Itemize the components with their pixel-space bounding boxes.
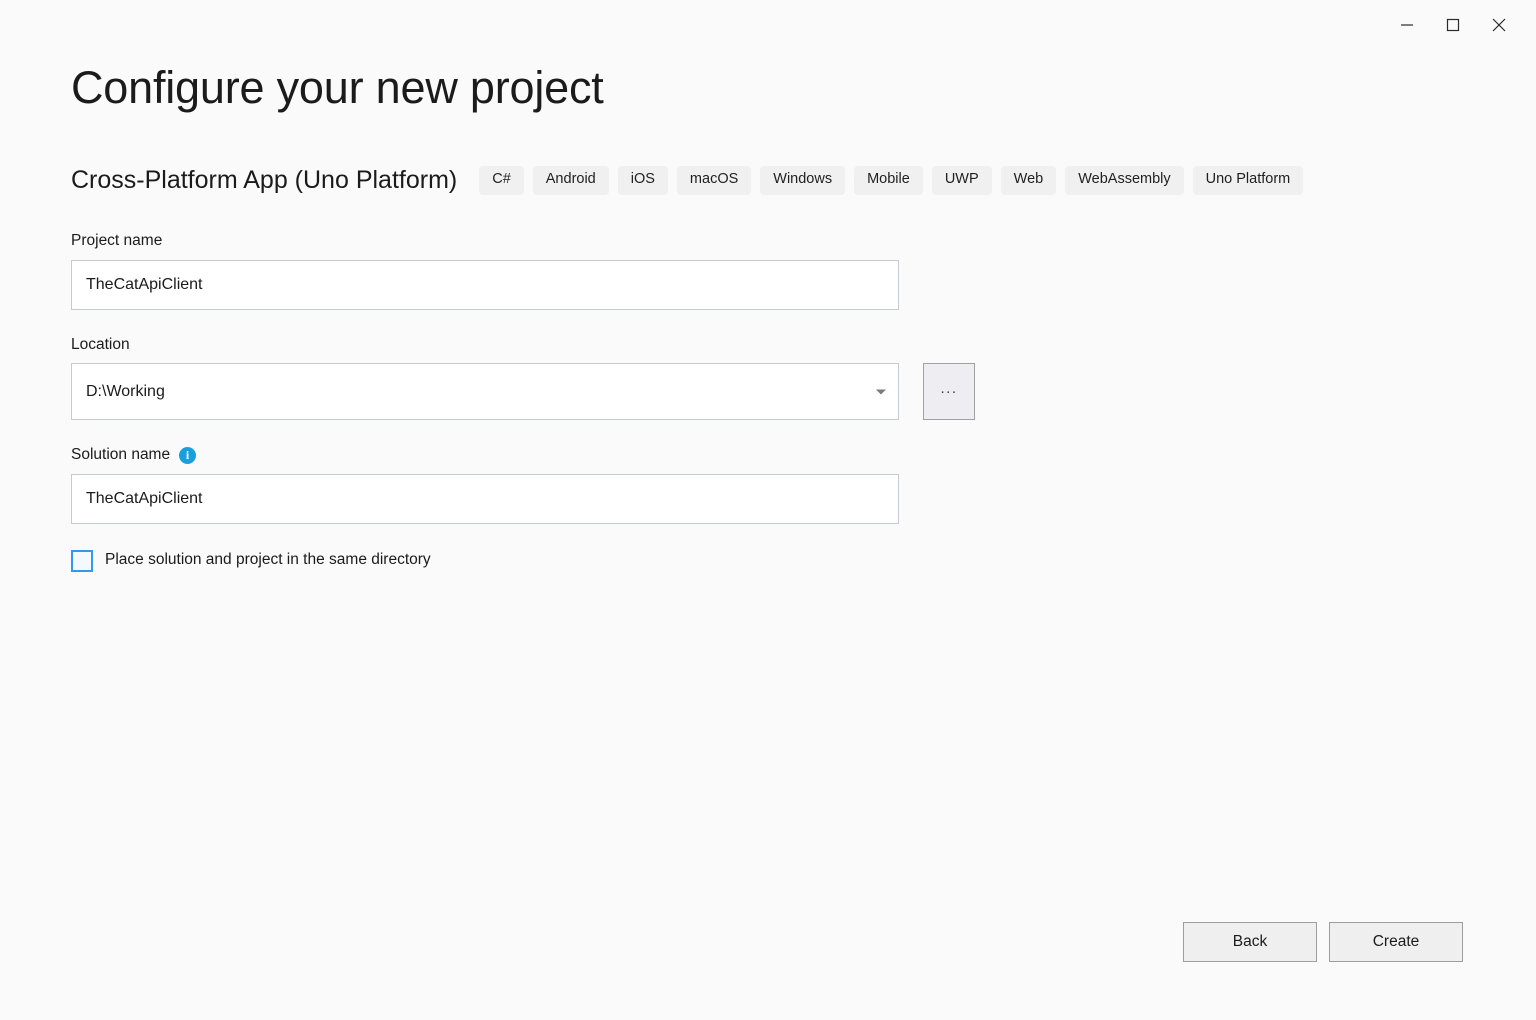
maximize-button[interactable] — [1430, 0, 1476, 50]
template-header: Cross-Platform App (Uno Platform) C# And… — [71, 166, 1303, 195]
template-tag: macOS — [677, 166, 751, 195]
same-directory-label: Place solution and project in the same d… — [105, 551, 431, 570]
minimize-icon — [1400, 18, 1414, 32]
maximize-icon — [1446, 18, 1460, 32]
project-config-form: Project name TheCatApiClient Location D:… — [71, 232, 991, 572]
page-title: Configure your new project — [71, 63, 604, 113]
solution-name-input[interactable]: TheCatApiClient — [71, 474, 899, 524]
project-name-field-group: Project name TheCatApiClient — [71, 232, 991, 310]
minimize-button[interactable] — [1384, 0, 1430, 50]
location-label: Location — [71, 336, 991, 355]
solution-name-label-row: Solution name i — [71, 446, 991, 465]
location-row: D:\Working ... — [71, 363, 991, 420]
template-tag: iOS — [618, 166, 668, 195]
template-tag: Android — [533, 166, 609, 195]
location-value: D:\Working — [86, 383, 165, 401]
template-tag-list: C# Android iOS macOS Windows Mobile UWP … — [479, 166, 1303, 195]
close-button[interactable] — [1476, 0, 1522, 50]
template-tag: Windows — [760, 166, 845, 195]
close-icon — [1491, 17, 1507, 33]
solution-name-field-group: Solution name i TheCatApiClient — [71, 446, 991, 524]
project-name-input[interactable]: TheCatApiClient — [71, 260, 899, 310]
template-tag: Uno Platform — [1193, 166, 1304, 195]
info-icon[interactable]: i — [179, 447, 196, 464]
same-directory-checkbox[interactable] — [71, 550, 93, 572]
same-directory-checkbox-row[interactable]: Place solution and project in the same d… — [71, 550, 991, 572]
template-tag: Mobile — [854, 166, 923, 195]
create-button[interactable]: Create — [1329, 922, 1463, 962]
template-tag: C# — [479, 166, 524, 195]
template-tag: UWP — [932, 166, 992, 195]
dialog-footer: Back Create — [1183, 922, 1463, 962]
title-bar — [0, 0, 1536, 52]
browse-location-button[interactable]: ... — [923, 363, 975, 420]
location-combobox[interactable]: D:\Working — [71, 363, 899, 420]
location-field-group: Location D:\Working ... — [71, 336, 991, 421]
template-tag: Web — [1001, 166, 1057, 195]
project-name-label: Project name — [71, 232, 991, 251]
back-button[interactable]: Back — [1183, 922, 1317, 962]
template-tag: WebAssembly — [1065, 166, 1183, 195]
solution-name-label: Solution name — [71, 446, 170, 465]
template-name: Cross-Platform App (Uno Platform) — [71, 168, 457, 193]
chevron-down-icon[interactable] — [876, 389, 886, 394]
